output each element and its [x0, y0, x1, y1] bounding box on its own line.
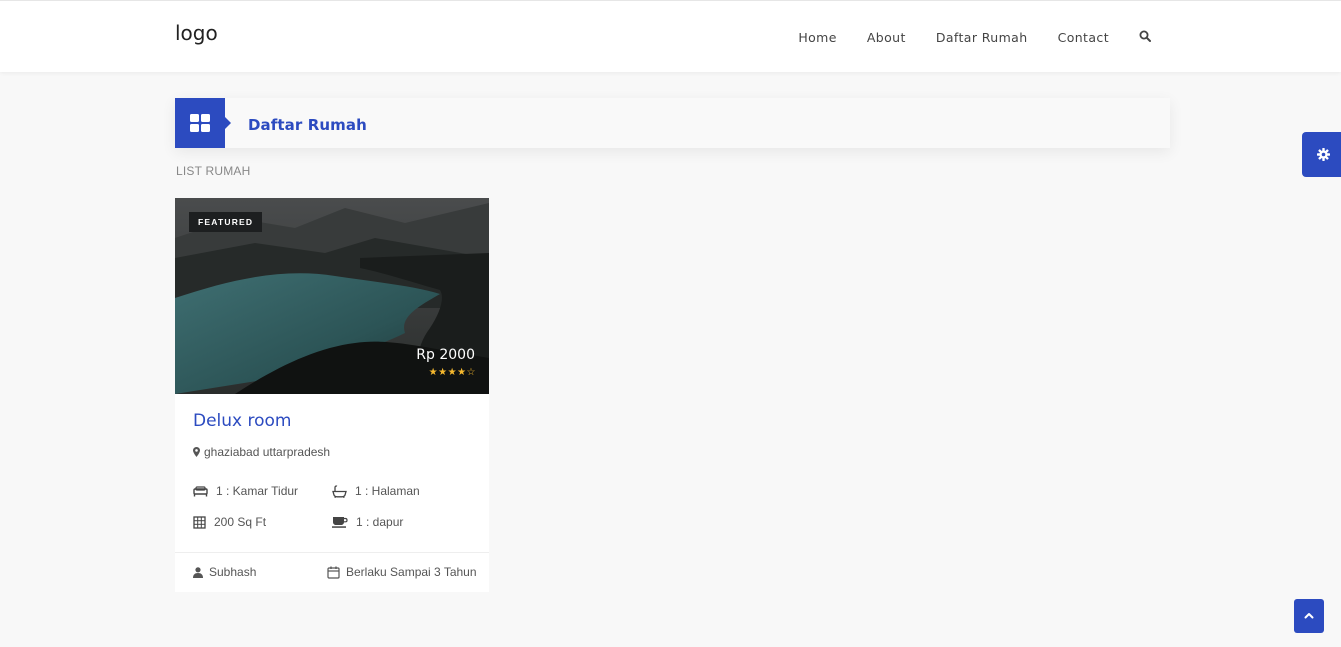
kitchen-text: 1 : dapur: [356, 515, 404, 529]
back-to-top-button[interactable]: [1294, 599, 1324, 633]
nav-daftar-rumah[interactable]: Daftar Rumah: [936, 30, 1028, 45]
card-divider: [175, 552, 489, 553]
validity-text: Berlaku Sampai 3 Tahun: [346, 565, 477, 579]
feature-kitchen: 1 : dapur: [332, 515, 403, 529]
location-text: ghaziabad uttarpradesh: [204, 445, 331, 459]
user-icon: [193, 566, 203, 578]
bathtub-icon: [332, 484, 347, 498]
yard-text: 1 : Halaman: [355, 484, 420, 498]
nav-home[interactable]: Home: [798, 30, 837, 45]
nav-about[interactable]: About: [867, 30, 906, 45]
featured-badge: FEATURED: [189, 212, 263, 232]
card-owner: Subhash: [193, 565, 256, 579]
owner-name: Subhash: [209, 565, 257, 579]
property-card[interactable]: FEATURED Rp 2000 ★★★★☆ Delux room ghazia…: [175, 198, 489, 592]
page-title: Daftar Rumah: [248, 116, 367, 134]
property-location: ghaziabad uttarpradesh: [193, 445, 330, 459]
map-marker-icon: [193, 447, 200, 457]
grid-icon: [175, 98, 231, 148]
logo[interactable]: logo: [175, 21, 218, 45]
feature-area: 200 Sq Ft: [193, 515, 266, 529]
coffee-cup-icon: [332, 517, 348, 528]
feature-yard: 1 : Halaman: [332, 484, 420, 498]
settings-button[interactable]: [1302, 132, 1341, 177]
bedroom-text: 1 : Kamar Tidur: [216, 484, 299, 498]
card-validity: Berlaku Sampai 3 Tahun: [327, 565, 477, 579]
nav-contact[interactable]: Contact: [1058, 30, 1109, 45]
main-nav: Home About Daftar Rumah Contact: [798, 29, 1153, 45]
property-title[interactable]: Delux room: [193, 411, 292, 431]
calendar-icon: [327, 566, 340, 579]
feature-bedroom: 1 : Kamar Tidur: [193, 484, 298, 498]
list-label: LIST RUMAH: [176, 164, 251, 178]
bed-icon: [193, 485, 208, 496]
property-image[interactable]: FEATURED Rp 2000 ★★★★☆: [175, 198, 489, 394]
area-icon: [193, 515, 206, 529]
section-title-bar: Daftar Rumah: [175, 98, 1170, 148]
price: Rp 2000: [416, 347, 475, 363]
search-icon[interactable]: [1139, 29, 1153, 45]
site-header: logo Home About Daftar Rumah Contact: [0, 0, 1341, 72]
rating-stars: ★★★★☆: [428, 367, 476, 378]
chevron-up-icon: [1304, 613, 1314, 619]
gear-icon: [1317, 148, 1330, 161]
area-text: 200 Sq Ft: [214, 515, 267, 529]
